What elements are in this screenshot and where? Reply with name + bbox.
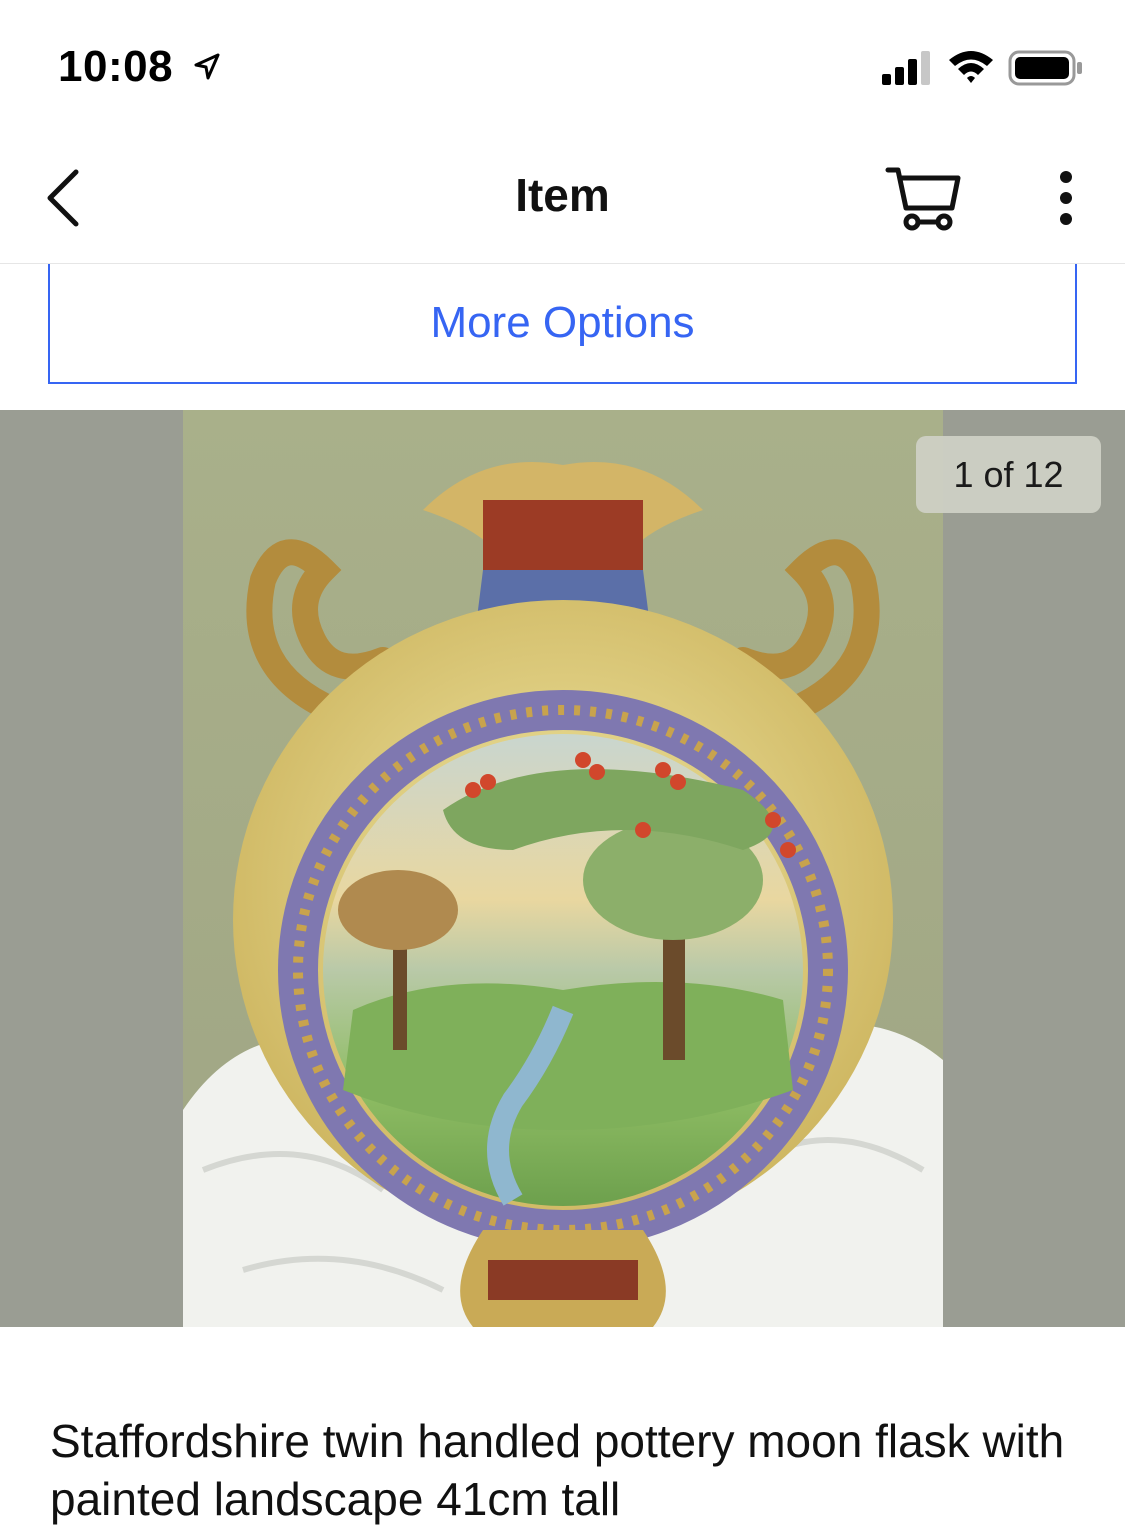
item-photo[interactable] [183,410,943,1327]
photo-counter-badge: 1 of 12 [916,436,1101,513]
wifi-icon [949,51,993,83]
more-options-button[interactable]: More Options [48,264,1077,384]
vertical-ellipsis-icon[interactable] [1044,168,1088,228]
navigation-bar: Item [0,130,1125,264]
location-arrow-icon [194,53,220,80]
cellular-signal-icon [882,51,930,85]
item-title: Staffordshire twin handled pottery moon … [50,1415,1065,1525]
battery-icon [1008,50,1082,86]
status-bar: 10:08 [0,0,1125,130]
shopping-cart-icon[interactable] [884,164,964,234]
options-section: More Options [48,264,1077,386]
status-time: 10:08 [58,42,174,91]
photo-gallery[interactable]: 1 of 12 [0,410,1125,1327]
